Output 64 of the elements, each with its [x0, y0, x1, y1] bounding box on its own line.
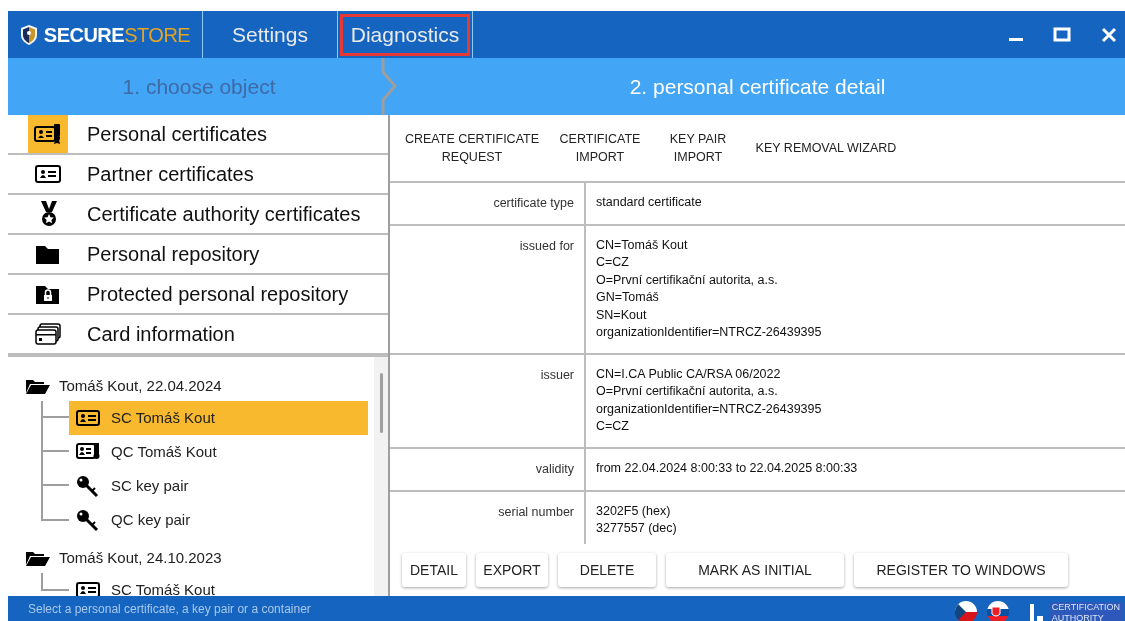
app-logo: SECURESTORE: [43, 22, 191, 48]
field-label: issued for: [390, 225, 586, 353]
action-button[interactable]: REGISTER TO WINDOWS: [854, 553, 1068, 587]
field-label: certificate type: [390, 183, 586, 224]
field-value: organizationIdentifier=NTRCZ-26439395: [596, 400, 822, 418]
status-text: Select a personal certificate, a key pair or a container: [28, 600, 311, 618]
tree-item[interactable]: SC Tomáš Kout: [69, 573, 368, 596]
field-label: validity: [390, 448, 586, 490]
toolbar-link[interactable]: CREATE CERTIFICATE REQUEST: [402, 130, 542, 166]
menu-tab[interactable]: Diagnostics: [339, 13, 471, 56]
action-button[interactable]: MARK AS INITIAL: [666, 553, 844, 587]
field-value: O=První certifikační autorita, a.s.: [596, 383, 779, 401]
open-folder-icon: [25, 377, 51, 395]
tree-item[interactable]: Tomáš Kout, 24.10.2023: [59, 546, 222, 570]
maximize-icon: [1053, 26, 1071, 43]
id-card-icon: [33, 163, 63, 185]
menu-tab[interactable]: Settings: [221, 13, 319, 56]
field-value: 3277557 (dec): [596, 520, 677, 537]
action-button[interactable]: EXPORT: [476, 553, 548, 587]
action-button[interactable]: DETAIL: [402, 553, 466, 587]
cards-icon: [33, 322, 63, 346]
close-icon: [1101, 26, 1117, 43]
field-value: C=CZ: [596, 418, 630, 436]
tree-item[interactable]: SC key pair: [69, 469, 368, 503]
field-value: CN=I.CA Public CA/RSA 06/2022: [596, 365, 782, 383]
step-divider-icon: [381, 58, 399, 115]
certificate-icon: [75, 442, 101, 462]
shield-icon: [19, 23, 38, 46]
tree-item[interactable]: QC Tomáš Kout: [69, 435, 368, 469]
flag-icon: [954, 600, 977, 621]
field-value: from 22.04.2024 8:00:33 to 22.04.2025 8:00:33: [596, 459, 858, 477]
key-icon: [75, 508, 101, 532]
scrollbar-thumb[interactable]: [379, 373, 383, 433]
toolbar-link[interactable]: KEY PAIR IMPORT: [658, 130, 738, 166]
tree-line: [41, 435, 69, 469]
field-value: SN=Kout: [596, 306, 648, 324]
field-value: organizationIdentifier=NTRCZ-26439395: [596, 324, 822, 342]
field-value: standard certificate: [596, 194, 702, 211]
field-label: issuer: [390, 354, 586, 447]
toolbar-link[interactable]: CERTIFICATE IMPORT: [550, 130, 650, 166]
action-button[interactable]: DELETE: [558, 553, 656, 587]
id-card-icon: [75, 409, 101, 427]
field-value: GN=Tomáš: [596, 289, 660, 307]
field-value: 3202F5 (hex): [596, 502, 672, 520]
toolbar-link[interactable]: KEY REMOVAL WIZARD: [746, 139, 906, 157]
id-card-icon: [75, 581, 101, 596]
open-folder-icon: [25, 549, 51, 567]
field-value: CN=Tomáš Kout: [596, 236, 689, 254]
field-value: O=První certifikační autorita, a.s.: [596, 271, 779, 289]
tree-item[interactable]: QC key pair: [69, 503, 368, 537]
logo-text: AUTHORITY: [1051, 612, 1105, 621]
logo-text: CERTIFICATION: [1051, 601, 1120, 613]
step-title: 1. choose object: [122, 73, 276, 100]
key-icon: [75, 474, 101, 498]
tree-item[interactable]: SC Tomáš Kout: [69, 401, 368, 435]
tree-line: [41, 573, 69, 591]
minimize-icon: [1009, 38, 1023, 41]
tree-item[interactable]: Tomáš Kout, 22.04.2024: [59, 374, 222, 398]
certificate-icon: [33, 123, 63, 145]
ca-logo-icon: [1028, 601, 1045, 621]
field-value: C=CZ: [596, 254, 630, 272]
flag-icon: [986, 600, 1009, 621]
category-item[interactable]: Personal certificates: [8, 115, 388, 155]
step-title: 2. personal certificate detail: [629, 73, 886, 100]
